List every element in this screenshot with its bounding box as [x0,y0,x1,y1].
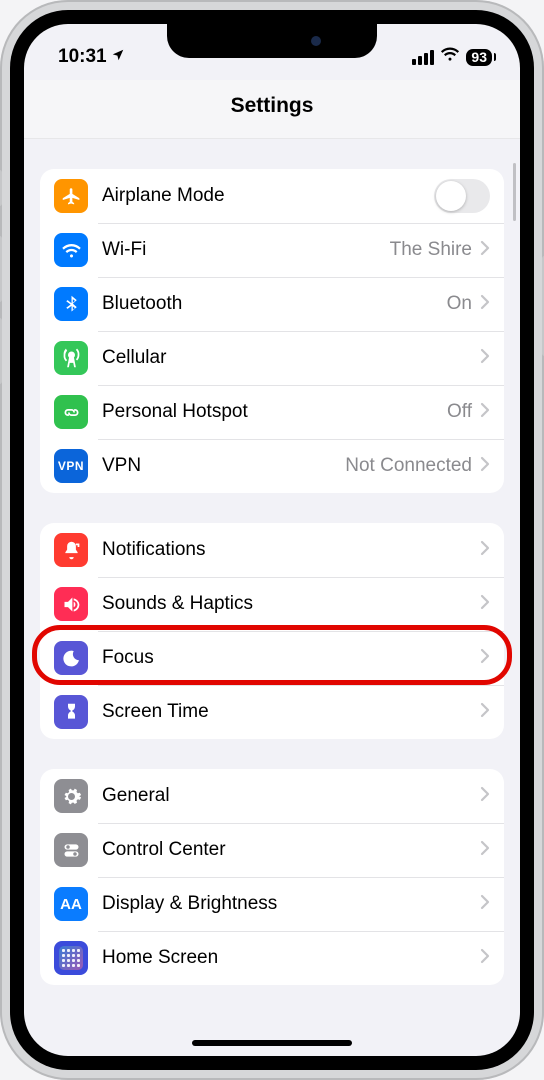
chevron-icon [480,786,490,807]
row-label: Airplane Mode [102,185,434,207]
home-indicator[interactable] [192,1040,352,1046]
row-label: Notifications [102,539,480,561]
status-time: 10:31 [58,46,107,68]
settings-group-network: Airplane Mode Wi-Fi The Shire [40,169,504,493]
device-bezel: 10:31 93 Settings [10,10,534,1070]
row-label: Control Center [102,839,480,861]
row-label: Bluetooth [102,293,447,315]
chevron-icon [480,648,490,669]
airplane-icon [54,179,88,213]
chevron-icon [480,348,490,369]
row-label: Screen Time [102,701,480,723]
row-cellular[interactable]: Cellular [40,331,504,385]
control-center-icon [54,833,88,867]
settings-group-general: General Control Center AA [40,769,504,985]
row-label: Cellular [102,347,480,369]
chevron-icon [480,840,490,861]
chevron-icon [480,456,490,477]
row-label: Sounds & Haptics [102,593,480,615]
chevron-icon [480,240,490,261]
focus-icon [54,641,88,675]
notch [167,24,377,58]
page-title: Settings [24,80,520,139]
bluetooth-icon [54,287,88,321]
chevron-icon [480,894,490,915]
row-bluetooth[interactable]: Bluetooth On [40,277,504,331]
mute-switch[interactable] [0,170,2,206]
chevron-icon [480,594,490,615]
row-wifi[interactable]: Wi-Fi The Shire [40,223,504,277]
row-notifications[interactable]: Notifications [40,523,504,577]
row-control-center[interactable]: Control Center [40,823,504,877]
screentime-icon [54,695,88,729]
row-label: Display & Brightness [102,893,480,915]
chevron-icon [480,402,490,423]
display-icon: AA [54,887,88,921]
screen: 10:31 93 Settings [24,24,520,1056]
wifi-icon [440,44,460,70]
volume-down-button[interactable] [0,318,2,384]
volume-up-button[interactable] [0,236,2,302]
sounds-icon [54,587,88,621]
row-label: Wi-Fi [102,239,390,261]
hotspot-icon [54,395,88,429]
chevron-icon [480,948,490,969]
row-home-screen[interactable]: Home Screen [40,931,504,985]
row-general[interactable]: General [40,769,504,823]
row-value: The Shire [390,239,472,261]
general-icon [54,779,88,813]
location-icon [111,46,125,68]
scroll-indicator [513,163,516,221]
chevron-icon [480,540,490,561]
row-value: On [447,293,472,315]
row-label: VPN [102,455,345,477]
row-personal-hotspot[interactable]: Personal Hotspot Off [40,385,504,439]
chevron-icon [480,294,490,315]
home-screen-icon [54,941,88,975]
settings-list[interactable]: Airplane Mode Wi-Fi The Shire [24,139,520,1055]
notifications-icon [54,533,88,567]
row-airplane-mode[interactable]: Airplane Mode [40,169,504,223]
wifi-settings-icon [54,233,88,267]
row-value: Off [447,401,472,423]
chevron-icon [480,702,490,723]
row-screen-time[interactable]: Screen Time [40,685,504,739]
device-frame: 10:31 93 Settings [0,0,544,1080]
row-focus[interactable]: Focus [40,631,504,685]
settings-group-alerts: Notifications Sounds & Haptics [40,523,504,739]
cellular-signal-icon [412,50,434,65]
row-label: Focus [102,647,480,669]
row-display-brightness[interactable]: AA Display & Brightness [40,877,504,931]
row-sounds-haptics[interactable]: Sounds & Haptics [40,577,504,631]
vpn-icon: VPN [54,449,88,483]
airplane-toggle[interactable] [434,179,490,213]
row-label: General [102,785,480,807]
row-label: Personal Hotspot [102,401,447,423]
battery-badge: 93 [466,49,492,66]
row-value: Not Connected [345,455,472,477]
row-label: Home Screen [102,947,480,969]
cellular-icon [54,341,88,375]
row-vpn[interactable]: VPN VPN Not Connected [40,439,504,493]
